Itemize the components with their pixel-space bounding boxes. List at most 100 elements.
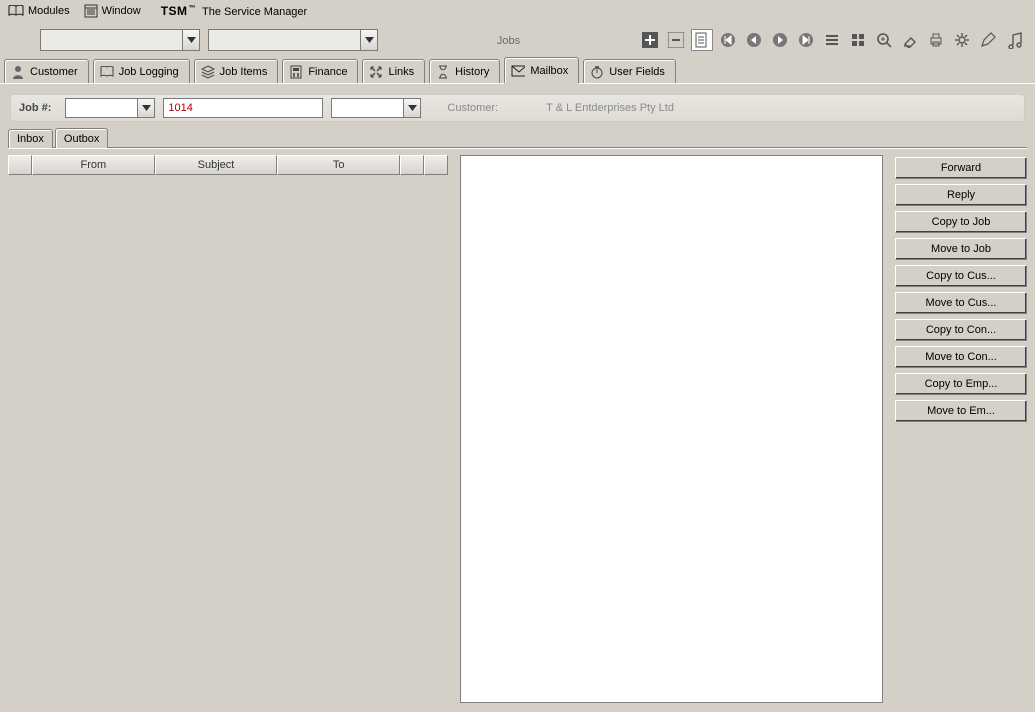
toolbar-icons bbox=[639, 29, 1027, 51]
pencil-icon[interactable] bbox=[977, 29, 999, 51]
button-label: Copy to Emp... bbox=[925, 378, 998, 390]
job-number-field[interactable]: 1014 bbox=[163, 98, 323, 118]
col-extra-1[interactable] bbox=[400, 155, 424, 175]
toolbar: Jobs bbox=[0, 22, 1035, 58]
forward-button[interactable]: Forward bbox=[895, 157, 1027, 179]
tab-label: Links bbox=[388, 66, 414, 78]
tab-finance[interactable]: Finance bbox=[282, 59, 358, 83]
zoom-icon[interactable] bbox=[873, 29, 895, 51]
minus-icon[interactable] bbox=[665, 29, 687, 51]
tab-job-items[interactable]: Job Items bbox=[194, 59, 279, 83]
mail-list: From Subject To bbox=[8, 155, 448, 703]
brand-short: TSM bbox=[161, 4, 188, 18]
copy-to-cus-button[interactable]: Copy to Cus... bbox=[895, 265, 1027, 287]
menubar: Modules Window TSM™ The Service Manager bbox=[0, 0, 1035, 22]
next-icon[interactable] bbox=[769, 29, 791, 51]
music-icon[interactable] bbox=[1003, 29, 1025, 51]
tab-links[interactable]: Links bbox=[362, 59, 425, 83]
subtab-inbox[interactable]: Inbox bbox=[8, 129, 53, 148]
tab-label: Customer bbox=[30, 66, 78, 78]
tab-label: Mailbox bbox=[530, 65, 568, 77]
col-to[interactable]: To bbox=[277, 155, 400, 175]
tab-history[interactable]: History bbox=[429, 59, 500, 83]
job-number-value: 1014 bbox=[164, 99, 322, 117]
brand-full: The Service Manager bbox=[202, 6, 307, 18]
tab-label: History bbox=[455, 66, 489, 78]
menu-window-label: Window bbox=[102, 5, 141, 17]
list-icon[interactable] bbox=[821, 29, 843, 51]
subtab-label: Outbox bbox=[64, 133, 99, 145]
copy-to-con-button[interactable]: Copy to Con... bbox=[895, 319, 1027, 341]
chevron-down-icon[interactable] bbox=[137, 99, 154, 117]
col-label: From bbox=[81, 159, 107, 171]
tab-mailbox[interactable]: Mailbox bbox=[504, 57, 579, 83]
copy-to-job-button[interactable]: Copy to Job bbox=[895, 211, 1027, 233]
job-number-combo-1[interactable] bbox=[65, 98, 155, 118]
stack-icon bbox=[201, 65, 215, 79]
last-icon[interactable] bbox=[795, 29, 817, 51]
hourglass-icon bbox=[436, 65, 450, 79]
button-label: Move to Cus... bbox=[926, 297, 997, 309]
customer-value: T & L Entderprises Pty Ltd bbox=[546, 102, 674, 114]
chevron-down-icon[interactable] bbox=[403, 99, 420, 117]
copy-to-emp-button[interactable]: Copy to Emp... bbox=[895, 373, 1027, 395]
col-from[interactable]: From bbox=[32, 155, 155, 175]
document-icon[interactable] bbox=[691, 29, 713, 51]
toolbar-combo-1[interactable] bbox=[40, 29, 200, 51]
tab-job-logging[interactable]: Job Logging bbox=[93, 59, 190, 83]
menu-window[interactable]: Window bbox=[84, 4, 141, 18]
print-icon[interactable] bbox=[925, 29, 947, 51]
prev-icon[interactable] bbox=[743, 29, 765, 51]
mailbox-area: From Subject To Forward Reply Copy to Jo… bbox=[0, 149, 1035, 711]
job-number-combo-2[interactable] bbox=[331, 98, 421, 118]
trademark-icon: ™ bbox=[189, 5, 197, 12]
expand-icon bbox=[369, 65, 383, 79]
mail-actions: Forward Reply Copy to Job Move to Job Co… bbox=[895, 155, 1027, 703]
customer-label: Customer: bbox=[447, 102, 498, 114]
toolbar-combo-2[interactable] bbox=[208, 29, 378, 51]
first-icon[interactable] bbox=[717, 29, 739, 51]
tab-user-fields[interactable]: User Fields bbox=[583, 59, 676, 83]
erase-icon[interactable] bbox=[899, 29, 921, 51]
book-open-icon bbox=[8, 5, 24, 17]
mail-list-body[interactable] bbox=[8, 175, 448, 703]
app-brand: TSM™ The Service Manager bbox=[161, 4, 308, 18]
button-label: Forward bbox=[941, 162, 981, 174]
col-label: To bbox=[333, 159, 345, 171]
grid-icon[interactable] bbox=[847, 29, 869, 51]
menu-modules-label: Modules bbox=[28, 5, 70, 17]
add-icon[interactable] bbox=[639, 29, 661, 51]
move-to-job-button[interactable]: Move to Job bbox=[895, 238, 1027, 260]
tab-label: User Fields bbox=[609, 66, 665, 78]
job-bar: Job #: 1014 Customer: T & L Entderprises… bbox=[10, 94, 1025, 122]
tab-customer[interactable]: Customer bbox=[4, 59, 89, 83]
move-to-emp-button[interactable]: Move to Em... bbox=[895, 400, 1027, 422]
chevron-down-icon[interactable] bbox=[360, 30, 377, 50]
button-label: Copy to Con... bbox=[926, 324, 996, 336]
tab-label: Job Logging bbox=[119, 66, 179, 78]
gear-icon[interactable] bbox=[951, 29, 973, 51]
button-label: Copy to Cus... bbox=[926, 270, 996, 282]
main-tabs: Customer Job Logging Job Items Finance L… bbox=[0, 58, 1035, 84]
reply-button[interactable]: Reply bbox=[895, 184, 1027, 206]
mail-preview bbox=[460, 155, 883, 703]
stopwatch-icon bbox=[590, 65, 604, 79]
subtab-label: Inbox bbox=[17, 133, 44, 145]
tab-label: Job Items bbox=[220, 66, 268, 78]
calculator-icon bbox=[289, 65, 303, 79]
button-label: Move to Job bbox=[931, 243, 991, 255]
subtab-outbox[interactable]: Outbox bbox=[55, 128, 108, 148]
move-to-cus-button[interactable]: Move to Cus... bbox=[895, 292, 1027, 314]
window-icon bbox=[84, 4, 98, 18]
envelope-icon bbox=[511, 64, 525, 78]
col-extra-2[interactable] bbox=[424, 155, 448, 175]
menu-modules[interactable]: Modules bbox=[8, 5, 70, 17]
col-handle[interactable] bbox=[8, 155, 32, 175]
col-subject[interactable]: Subject bbox=[155, 155, 278, 175]
col-label: Subject bbox=[198, 159, 235, 171]
move-to-con-button[interactable]: Move to Con... bbox=[895, 346, 1027, 368]
chevron-down-icon[interactable] bbox=[182, 30, 199, 50]
mailbox-subtabs: Inbox Outbox bbox=[0, 128, 1035, 148]
button-label: Copy to Job bbox=[932, 216, 991, 228]
person-icon bbox=[11, 65, 25, 79]
